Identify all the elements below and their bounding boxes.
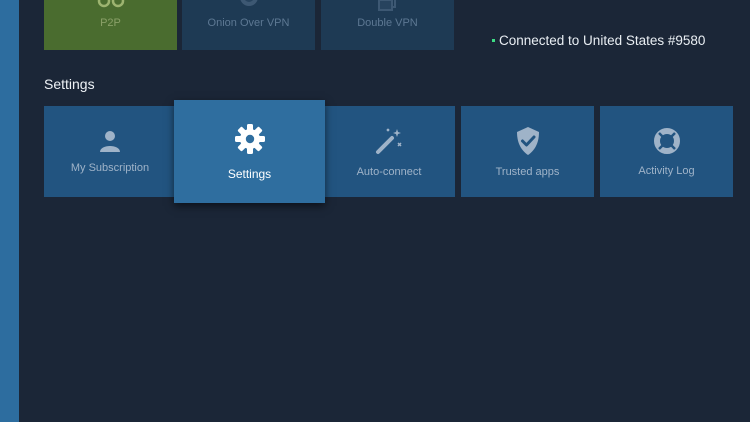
connection-status-text: Connected to United States #9580 — [499, 33, 706, 48]
double-vpn-label: Double VPN — [357, 17, 418, 29]
onion-over-vpn-tile[interactable]: Onion Over VPN — [182, 0, 315, 50]
trusted-apps-tile[interactable]: Trusted apps — [461, 106, 594, 197]
activity-log-tile[interactable]: Activity Log — [600, 106, 733, 197]
my-subscription-label: My Subscription — [70, 161, 150, 174]
lifebuoy-icon — [653, 127, 680, 154]
settings-tile[interactable]: Settings — [174, 100, 325, 203]
p2p-label: P2P — [100, 17, 121, 29]
my-subscription-tile[interactable]: My Subscription — [44, 106, 176, 197]
magic-wand-icon — [376, 127, 402, 154]
activity-log-label: Activity Log — [638, 164, 695, 177]
settings-label: Settings — [227, 166, 272, 181]
auto-connect-tile[interactable]: Auto-connect — [323, 106, 455, 197]
user-icon — [100, 130, 120, 152]
connection-status: Connected to United States #9580 — [492, 33, 705, 48]
trusted-apps-label: Trusted apps — [495, 165, 560, 178]
side-navigation-rail[interactable] — [0, 0, 19, 422]
settings-section-title: Settings — [44, 76, 95, 92]
p2p-icon — [97, 0, 124, 8]
double-vpn-icon — [377, 0, 396, 11]
shield-check-icon — [516, 126, 539, 155]
gear-icon — [234, 123, 265, 154]
connected-indicator-icon — [492, 39, 495, 42]
globe-icon — [240, 0, 257, 6]
auto-connect-label: Auto-connect — [356, 165, 422, 178]
double-vpn-tile[interactable]: Double VPN — [321, 0, 454, 50]
p2p-tile[interactable]: P2P — [44, 0, 177, 50]
onion-over-vpn-label: Onion Over VPN — [207, 17, 290, 29]
